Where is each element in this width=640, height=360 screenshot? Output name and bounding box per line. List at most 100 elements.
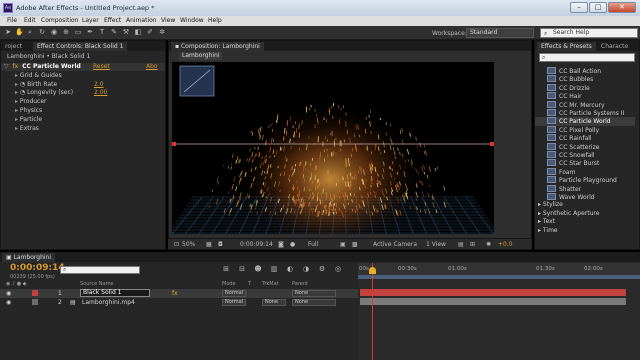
playhead-line[interactable] [372, 263, 373, 360]
layer-parent-select[interactable]: None [292, 299, 336, 306]
layer-1-duration-bar[interactable] [360, 289, 626, 296]
brainstorm-icon[interactable]: ⚙ [318, 265, 326, 274]
stopwatch-icon[interactable]: ◔ [20, 89, 25, 96]
effect-item[interactable]: Particle Playground [535, 176, 635, 184]
effect-item[interactable]: Wave World [535, 193, 635, 201]
timeline-tracks[interactable]: 00s 00:30s 01:00s 01:30s 02:00s [358, 263, 640, 360]
layer-row-1[interactable]: ◉ 1 Black Solid 1 fx Normal None [0, 289, 358, 298]
col-parent[interactable]: Parent [292, 281, 308, 287]
grid-icon[interactable]: ▦ [206, 241, 212, 248]
zoom-select[interactable]: 50% [182, 241, 195, 248]
pan-behind-tool-icon[interactable]: ⊕ [62, 28, 70, 37]
layer-name[interactable]: Lamborghini.mp4 [82, 298, 135, 307]
effect-item[interactable]: Foam [535, 167, 635, 176]
effect-item[interactable]: CC Scatterize [535, 142, 635, 151]
col-t[interactable]: T [248, 281, 251, 287]
resolution-select[interactable]: Full [308, 241, 318, 248]
timeline-timecode[interactable]: 0:00:09:14 [10, 263, 65, 273]
auto-keyframe-icon[interactable]: ◎ [334, 265, 342, 274]
tab-effects-presets[interactable]: Effects & Presets [537, 42, 596, 51]
prop-grid-guides[interactable]: ▸ Grid & Guides [1, 72, 165, 80]
clone-stamp-tool-icon[interactable]: ⚒ [122, 28, 130, 37]
effect-item[interactable]: Shatter [535, 184, 635, 193]
menu-effect[interactable]: Effect [104, 17, 121, 24]
effect-item[interactable]: CC Rainfall [535, 134, 635, 142]
prop-physics[interactable]: ▸ Physics [1, 107, 165, 115]
camera-select[interactable]: Active Camera [373, 241, 417, 248]
draft-3d-icon[interactable]: ⊟ [238, 265, 246, 274]
effect-item[interactable]: CC Ball Action [535, 67, 635, 75]
fx-switch-icon[interactable]: fx [172, 289, 178, 298]
magnify-icon[interactable]: ⊡ [174, 241, 179, 248]
menu-file[interactable]: File [7, 17, 17, 24]
col-mode[interactable]: Mode [222, 281, 236, 287]
puppet-tool-icon[interactable]: ✲ [158, 28, 166, 37]
prop-birth-rate[interactable]: ▸ ◔ Birth Rate 2.0 [1, 81, 165, 89]
comp-subtab[interactable]: Lamborghini [179, 52, 223, 60]
fast-preview-icon[interactable]: ▤ [458, 241, 464, 248]
tab-composition[interactable]: ▪ Composition: Lamborghini [171, 42, 264, 51]
label-color-swatch[interactable] [32, 299, 38, 305]
fx-badge[interactable]: fx [13, 63, 19, 70]
tab-timeline-comp[interactable]: ▣ Lamborghini [2, 253, 56, 262]
flowchart-icon[interactable]: ⊞ [470, 241, 475, 248]
menu-layer[interactable]: Layer [82, 17, 99, 24]
effect-category[interactable]: ▸ Stylize [535, 201, 635, 209]
transparency-grid-icon[interactable]: ▩ [352, 241, 358, 248]
workspace-select[interactable]: Standard [466, 28, 534, 38]
prop-producer[interactable]: ▸ Producer [1, 98, 165, 106]
effect-item[interactable]: CC Drizzle [535, 83, 635, 92]
tab-project[interactable]: roject [1, 42, 26, 51]
composition-viewer[interactable] [172, 62, 494, 234]
effect-item[interactable]: CC Hair [535, 92, 635, 100]
roto-brush-tool-icon[interactable]: ✐ [146, 28, 154, 37]
layer-mode-select[interactable]: Normal [222, 290, 246, 297]
menu-window[interactable]: Window [180, 17, 204, 24]
type-tool-icon[interactable]: T [98, 28, 106, 37]
effect-item[interactable]: CC Particle World [535, 117, 635, 126]
playhead-handle-icon[interactable] [369, 267, 376, 274]
effect-item[interactable]: CC Mr. Mercury [535, 100, 635, 109]
shy-layers-icon[interactable]: ☻ [254, 265, 262, 274]
selection-tool-icon[interactable]: ➤ [4, 28, 12, 37]
search-help-input[interactable]: ⌕ Search Help [540, 28, 638, 38]
menu-view[interactable]: View [161, 17, 175, 24]
effect-header-row[interactable]: ▽ fx CC Particle World Reset Abo [1, 63, 165, 71]
col-trkmat[interactable]: TrkMat [262, 281, 279, 287]
pen-tool-icon[interactable]: ✒ [86, 28, 94, 37]
effect-item[interactable]: CC Pixel Polly [535, 125, 635, 134]
effect-item[interactable]: CC Particle Systems II [535, 109, 635, 117]
graph-editor-icon[interactable]: ◑ [302, 265, 310, 274]
comp-timecode[interactable]: 0:00:09:14 [240, 241, 273, 248]
maximize-button[interactable]: □ [589, 2, 607, 13]
layer-row-2[interactable]: ◉ 2 ▤ Lamborghini.mp4 Normal None None [0, 298, 358, 307]
menu-edit[interactable]: Edit [24, 17, 36, 24]
work-area-bar[interactable] [358, 275, 640, 279]
hand-tool-icon[interactable]: ✋ [15, 28, 24, 37]
frame-blending-icon[interactable]: ▥ [270, 265, 278, 274]
time-ruler[interactable]: 00s 00:30s 01:00s 01:30s 02:00s [358, 263, 640, 279]
layer-name[interactable]: Black Solid 1 [80, 289, 150, 297]
snapshot-icon[interactable]: ◙ [278, 241, 284, 248]
menu-animation[interactable]: Animation [126, 17, 157, 24]
rotate-tool-icon[interactable]: ↻ [38, 28, 46, 37]
motion-blur-icon[interactable]: ◐ [286, 265, 294, 274]
effect-item[interactable]: CC Bubbles [535, 75, 635, 83]
effect-item[interactable]: CC Snowfall [535, 151, 635, 159]
exposure-value[interactable]: +0.0 [498, 241, 513, 248]
timeline-search-input[interactable]: ⌕ [60, 266, 140, 274]
menu-help[interactable]: Help [208, 17, 222, 24]
color-channel-icon[interactable]: ● [290, 241, 295, 248]
effects-search-input[interactable]: ⌕ [539, 53, 635, 62]
reset-link[interactable]: Reset [93, 63, 110, 71]
camera-tool-icon[interactable]: ◉ [50, 28, 58, 37]
prop-extras[interactable]: ▸ Extras [1, 125, 165, 133]
effect-item[interactable]: CC Star Burst [535, 159, 635, 167]
layer-parent-select[interactable]: None [292, 290, 336, 297]
roi-icon[interactable]: ▣ [340, 241, 346, 248]
label-color-swatch[interactable] [32, 290, 38, 296]
minimize-button[interactable]: – [570, 2, 588, 13]
rectangle-tool-icon[interactable]: ▭ [74, 28, 82, 37]
effect-category[interactable]: ▸ Text [535, 218, 635, 226]
layer-mode-select[interactable]: Normal [222, 299, 246, 306]
